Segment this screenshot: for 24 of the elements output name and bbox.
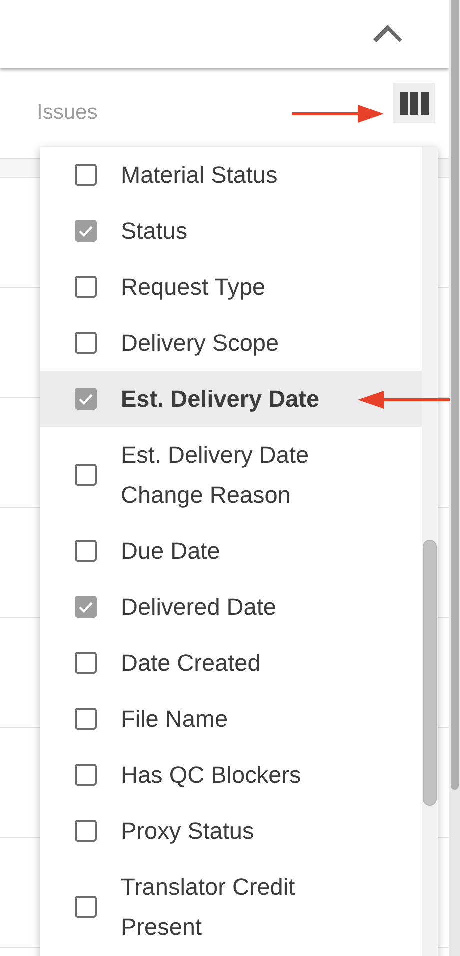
checkbox[interactable] bbox=[75, 820, 97, 842]
chevron-up-icon[interactable] bbox=[373, 25, 403, 43]
check-icon bbox=[78, 392, 94, 406]
checkbox[interactable] bbox=[75, 276, 97, 298]
menu-item[interactable]: Est. Delivery Date bbox=[40, 371, 422, 427]
checkbox[interactable] bbox=[75, 708, 97, 730]
checkbox[interactable] bbox=[75, 764, 97, 786]
section-title: Issues bbox=[37, 101, 98, 125]
menu-item[interactable]: Material Status bbox=[40, 147, 422, 203]
checkbox[interactable] bbox=[75, 332, 97, 354]
checkbox[interactable] bbox=[75, 464, 97, 486]
checkbox[interactable] bbox=[75, 652, 97, 674]
check-icon bbox=[78, 224, 94, 238]
checkbox[interactable] bbox=[75, 388, 97, 410]
checkbox[interactable] bbox=[75, 596, 97, 618]
check-icon bbox=[78, 600, 94, 614]
columns-icon bbox=[400, 92, 428, 114]
checkbox[interactable] bbox=[75, 896, 97, 918]
columns-button[interactable] bbox=[393, 83, 435, 123]
checkbox[interactable] bbox=[75, 220, 97, 242]
checkbox[interactable] bbox=[75, 164, 97, 186]
menu-scrollbar[interactable] bbox=[422, 147, 438, 956]
checkbox[interactable] bbox=[75, 540, 97, 562]
page-scrollbar[interactable] bbox=[449, 0, 460, 956]
